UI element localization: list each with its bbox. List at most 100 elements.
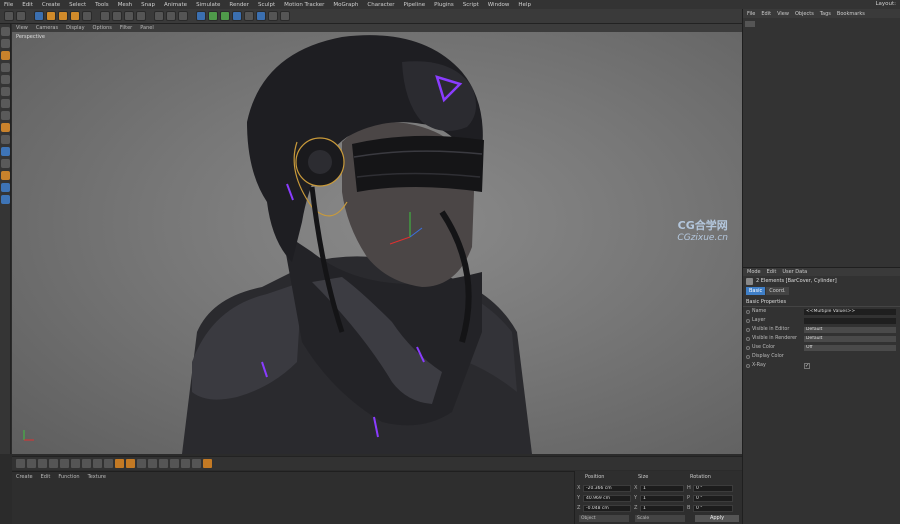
3d-viewport[interactable]: Perspective CG合学网 CGzixue.cn (12, 32, 742, 454)
visible-editor-dropdown[interactable]: Default (804, 326, 896, 333)
frame-field-icon[interactable] (16, 459, 25, 468)
material-menu-function[interactable]: Function (58, 474, 79, 480)
pen-spline-icon[interactable] (208, 11, 218, 21)
om-menu-file[interactable]: File (747, 11, 755, 17)
deformer-icon[interactable] (244, 11, 254, 21)
subdivision-surface-icon[interactable] (220, 11, 230, 21)
autokey-icon[interactable] (126, 459, 135, 468)
menu-create[interactable]: Create (42, 2, 60, 8)
next-frame-icon[interactable] (82, 459, 91, 468)
om-menu-tags[interactable]: Tags (820, 11, 831, 17)
position-y-field[interactable]: 40.969 cm (583, 494, 631, 502)
locked-workplane-icon[interactable] (1, 159, 10, 168)
layer-field[interactable] (804, 317, 896, 324)
undo-icon[interactable] (4, 11, 14, 21)
size-x-field[interactable]: 1 (640, 484, 684, 492)
apply-button[interactable]: Apply (695, 515, 739, 522)
previous-frame-icon[interactable] (60, 459, 69, 468)
rotation-p-field[interactable]: 0 ° (693, 494, 733, 502)
om-menu-edit[interactable]: Edit (761, 11, 771, 17)
scale-key-icon[interactable] (159, 459, 168, 468)
viewport-solo-icon[interactable] (1, 135, 10, 144)
am-menu-edit[interactable]: Edit (767, 269, 777, 275)
size-z-field[interactable]: 1 (640, 504, 684, 512)
size-mode-dropdown[interactable]: Scale (635, 515, 685, 522)
planar-workplane-icon[interactable] (1, 171, 10, 180)
x-axis-icon[interactable] (100, 11, 110, 21)
coordinate-system-icon[interactable] (136, 11, 146, 21)
layout-label[interactable]: Layout: (875, 1, 896, 7)
camera-icon[interactable] (268, 11, 278, 21)
rotation-b-field[interactable]: 0 ° (693, 504, 733, 512)
points-mode-icon[interactable] (1, 75, 10, 84)
tweak-icon[interactable] (1, 123, 10, 132)
tab-coord[interactable]: Coord. (766, 287, 789, 295)
previous-key-icon[interactable] (49, 459, 58, 468)
menu-mesh[interactable]: Mesh (118, 2, 132, 8)
redo-icon[interactable] (16, 11, 26, 21)
menu-simulate[interactable]: Simulate (196, 2, 220, 8)
make-editable-icon[interactable] (1, 27, 10, 36)
om-menu-view[interactable]: View (777, 11, 789, 17)
menu-edit[interactable]: Edit (22, 2, 33, 8)
menu-plugins[interactable]: Plugins (434, 2, 454, 8)
object-list-icon[interactable] (745, 21, 755, 27)
workplane-icon[interactable] (1, 63, 10, 72)
scale-icon[interactable] (58, 11, 68, 21)
animate-dot-icon[interactable] (746, 363, 750, 368)
rotate-icon[interactable] (70, 11, 80, 21)
menu-window[interactable]: Window (488, 2, 510, 8)
y-axis-icon[interactable] (112, 11, 122, 21)
animate-dot-icon[interactable] (746, 318, 750, 323)
live-selection-icon[interactable] (34, 11, 44, 21)
render-picture-viewer-icon[interactable] (166, 11, 176, 21)
render-settings-icon[interactable] (178, 11, 188, 21)
menu-animate[interactable]: Animate (164, 2, 187, 8)
material-menu-texture[interactable]: Texture (88, 474, 106, 480)
render-view-icon[interactable] (154, 11, 164, 21)
visible-renderer-dropdown[interactable]: Default (804, 335, 896, 342)
timeline-icon[interactable] (203, 459, 212, 468)
texture-mode-icon[interactable] (1, 51, 10, 60)
menu-select[interactable]: Select (69, 2, 86, 8)
animate-dot-icon[interactable] (746, 354, 750, 359)
menu-snap[interactable]: Snap (141, 2, 155, 8)
frame-field-icon[interactable] (27, 459, 36, 468)
polygons-mode-icon[interactable] (1, 99, 10, 108)
tab-basic[interactable]: Basic (746, 287, 766, 295)
material-menu-edit[interactable]: Edit (41, 474, 51, 480)
recent-tools-icon[interactable] (82, 11, 92, 21)
material-menu-create[interactable]: Create (16, 474, 33, 480)
am-menu-mode[interactable]: Mode (747, 269, 761, 275)
menu-help[interactable]: Help (518, 2, 531, 8)
light-icon[interactable] (280, 11, 290, 21)
go-to-start-icon[interactable] (38, 459, 47, 468)
coordinate-mode-dropdown[interactable]: Object (579, 515, 629, 522)
name-field[interactable]: <<Multiple Values>> (804, 308, 896, 315)
next-key-icon[interactable] (93, 459, 102, 468)
viewport-menu-view[interactable]: View (16, 25, 28, 31)
menu-sculpt[interactable]: Sculpt (258, 2, 275, 8)
animate-dot-icon[interactable] (746, 345, 750, 350)
snapping-icon[interactable] (1, 147, 10, 156)
parameter-key-icon[interactable] (181, 459, 190, 468)
use-color-dropdown[interactable]: Off (804, 344, 896, 351)
xray-checkbox[interactable]: ✓ (804, 362, 810, 369)
display-color-swatch[interactable] (804, 354, 896, 360)
position-x-field[interactable]: -20.366 cm (583, 484, 631, 492)
om-menu-bookmarks[interactable]: Bookmarks (837, 11, 865, 17)
am-menu-user-data[interactable]: User Data (782, 269, 807, 275)
menu-script[interactable]: Script (463, 2, 479, 8)
array-icon[interactable] (232, 11, 242, 21)
move-icon[interactable] (46, 11, 56, 21)
animate-dot-icon[interactable] (746, 336, 750, 341)
play-icon[interactable] (71, 459, 80, 468)
position-z-field[interactable]: -0.048 cm (583, 504, 631, 512)
cube-icon[interactable] (196, 11, 206, 21)
record-keys-icon[interactable] (115, 459, 124, 468)
viewport-menu-cameras[interactable]: Cameras (36, 25, 58, 31)
edges-mode-icon[interactable] (1, 87, 10, 96)
keyframe-selection-icon[interactable] (137, 459, 146, 468)
rotation-h-field[interactable]: 0 ° (693, 484, 733, 492)
floor-icon[interactable] (256, 11, 266, 21)
